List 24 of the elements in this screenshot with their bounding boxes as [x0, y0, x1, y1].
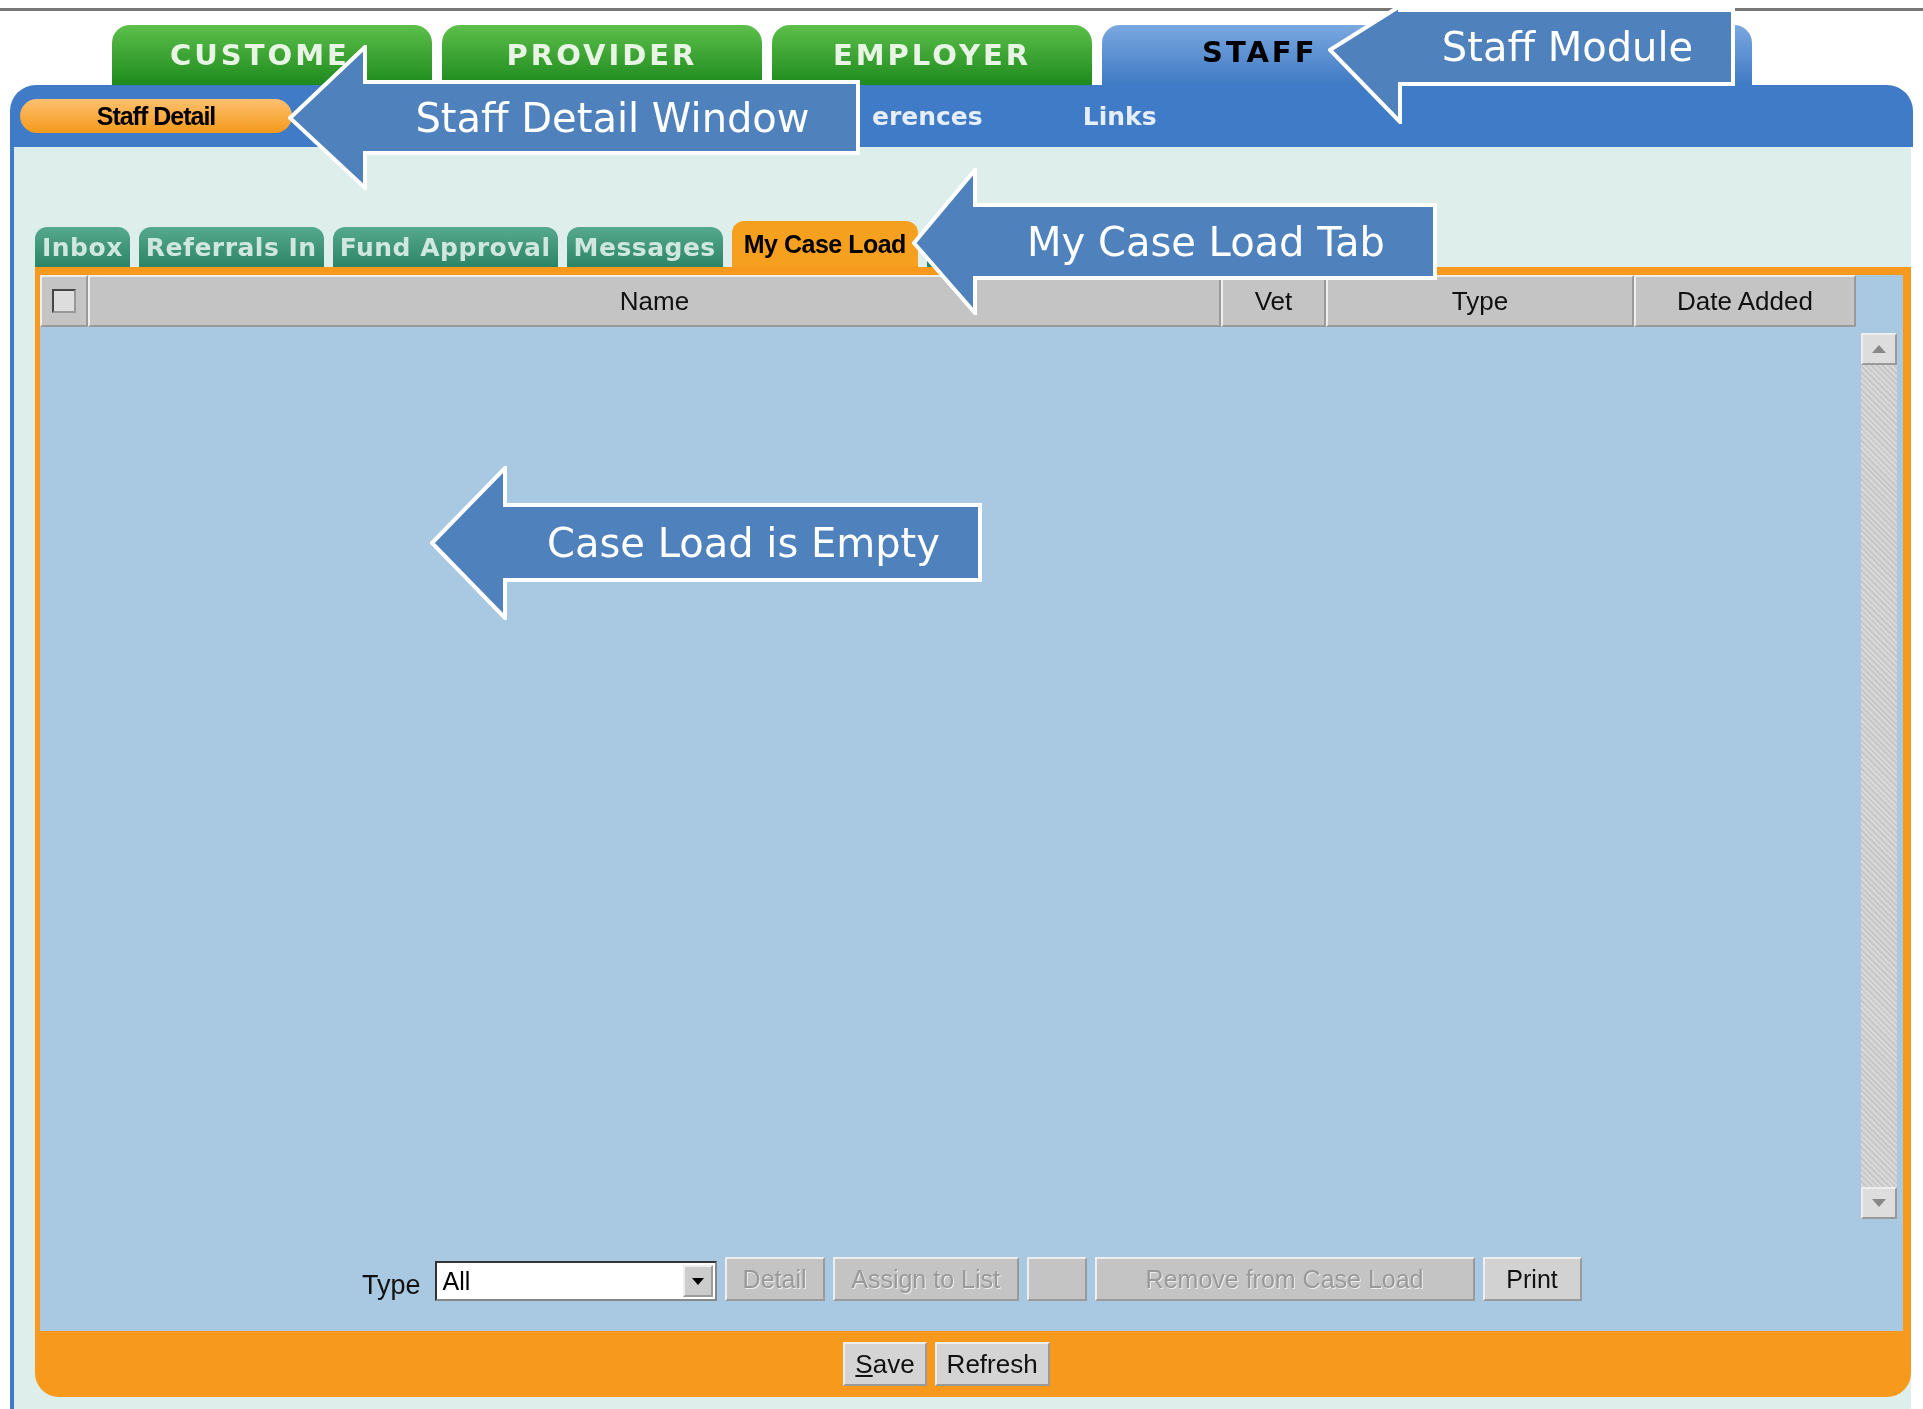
- tab[interactable]: Referrals In: [138, 227, 324, 267]
- column-header[interactable]: Date Added: [1634, 275, 1856, 327]
- callout-tooltip: Case Load is Empty: [430, 466, 982, 620]
- nav-tab[interactable]: erences: [872, 99, 983, 133]
- module-tab[interactable]: CUSTOME: [112, 25, 432, 85]
- tab[interactable]: Inbox: [35, 227, 130, 267]
- footer-button[interactable]: Refresh: [934, 1342, 1050, 1386]
- dropdown-arrow-icon: [691, 1277, 704, 1285]
- scrollbar[interactable]: [1861, 333, 1897, 1219]
- nav-tab[interactable]: Staff Detail: [20, 99, 292, 133]
- select-all-checkbox[interactable]: [52, 289, 76, 313]
- module-tab[interactable]: EMPLOYER: [772, 25, 1092, 85]
- tab[interactable]: Messages: [566, 227, 723, 267]
- scroll-down-icon: [1872, 1199, 1886, 1207]
- nav-tab[interactable]: Links: [1082, 99, 1157, 133]
- tab[interactable]: Fund Approval: [332, 227, 558, 267]
- scroll-up-icon: [1872, 345, 1886, 353]
- type-dropdown[interactable]: All: [434, 1261, 717, 1301]
- tab[interactable]: My Case Load: [731, 221, 918, 267]
- column-header[interactable]: Name: [88, 275, 1221, 327]
- action-button[interactable]: Print: [1482, 1257, 1582, 1301]
- footer-button[interactable]: Save: [843, 1342, 927, 1386]
- column-header[interactable]: Type: [1326, 275, 1634, 327]
- filter-label: Type: [362, 1270, 421, 1301]
